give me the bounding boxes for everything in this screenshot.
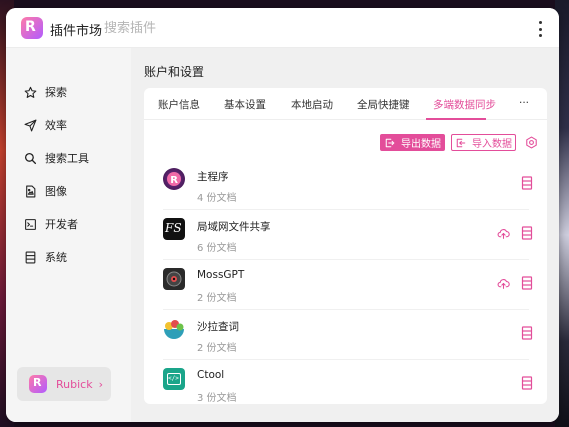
app-window: R 插件市场 探索 效率 搜索工具 — [6, 8, 559, 422]
plugin-row-lan-file-share: FS 局域网文件共享 6 份文档 — [163, 210, 533, 260]
tab-global-shortcuts[interactable]: 全局快捷键 — [357, 97, 410, 112]
tab-multi-device-sync[interactable]: 多端数据同步 — [433, 97, 496, 112]
tab-basic-settings[interactable]: 基本设置 — [224, 97, 266, 112]
plugin-name: MossGPT — [197, 269, 245, 281]
system-list-icon — [25, 251, 36, 263]
file-share-icon: FS — [163, 218, 185, 240]
terminal-icon — [25, 218, 36, 230]
more-vertical-icon[interactable] — [532, 18, 548, 40]
plugin-doc-count: 2 份文档 — [197, 293, 237, 304]
search-icon — [24, 152, 37, 164]
sidebar-item-label: 图像 — [45, 185, 67, 198]
rubick-logo-icon[interactable]: R — [21, 17, 43, 39]
export-data-button[interactable]: 导出数据 — [380, 134, 445, 151]
active-tab-indicator — [426, 118, 486, 120]
tab-more[interactable]: ··· — [519, 97, 529, 109]
settings-card: 账户信息 基本设置 本地启动 全局快捷键 多端数据同步 ··· 导出数据 导入数… — [144, 88, 547, 404]
gear-icon[interactable] — [525, 136, 538, 149]
salad-dict-icon — [163, 318, 185, 340]
plugin-name: 局域网文件共享 — [197, 221, 271, 233]
app-name: 插件市场 — [50, 24, 103, 39]
rubick-logo-icon: R — [29, 375, 47, 393]
sidebar: 探索 效率 搜索工具 图像 开发者 系统 R Rubick › — [6, 48, 131, 422]
rubick-label: Rubick — [56, 377, 93, 391]
sidebar-item-label: 搜索工具 — [45, 152, 89, 165]
plugin-row-mossgpt: MossGPT 2 份文档 — [163, 260, 533, 310]
sidebar-item-system[interactable]: 系统 — [24, 247, 67, 267]
import-data-button[interactable]: 导入数据 — [451, 134, 516, 151]
document-list-icon[interactable] — [521, 276, 533, 290]
document-list-icon[interactable] — [521, 376, 533, 390]
plugin-row-main-program: R 主程序 4 份文档 — [163, 160, 533, 210]
export-label: 导出数据 — [401, 139, 441, 150]
send-icon — [24, 119, 37, 131]
rubick-account-button[interactable]: R Rubick › — [17, 367, 111, 401]
plugin-row-salad-dict: 沙拉查词 2 份文档 — [163, 310, 533, 360]
document-list-icon[interactable] — [521, 226, 533, 240]
tab-account-info[interactable]: 账户信息 — [158, 97, 200, 112]
top-bar: R 插件市场 — [6, 8, 559, 48]
ctool-icon-text: </> — [168, 375, 179, 382]
cloud-upload-icon[interactable] — [497, 227, 510, 240]
image-file-icon — [26, 185, 36, 197]
plugin-doc-count: 6 份文档 — [197, 243, 237, 254]
logo-letter: R — [25, 19, 36, 35]
sidebar-item-label: 探索 — [45, 86, 67, 99]
main-content: 账户和设置 账户信息 基本设置 本地启动 全局快捷键 多端数据同步 ··· 导出… — [131, 48, 559, 422]
document-list-icon[interactable] — [521, 326, 533, 340]
plugin-doc-count: 2 份文档 — [197, 343, 237, 354]
rubick-logo-icon: R — [163, 168, 185, 190]
settings-tabs: 账户信息 基本设置 本地启动 全局快捷键 多端数据同步 ··· — [144, 88, 547, 120]
sidebar-item-label: 系统 — [45, 251, 67, 264]
tab-local-launch[interactable]: 本地启动 — [291, 97, 333, 112]
document-list-icon[interactable] — [521, 176, 533, 190]
sidebar-item-label: 开发者 — [45, 218, 78, 231]
plugin-doc-count: 3 份文档 — [197, 393, 237, 404]
ctool-icon: </> — [163, 368, 185, 390]
chevron-right-icon: › — [98, 377, 103, 391]
page-title: 账户和设置 — [144, 65, 205, 79]
import-label: 导入数据 — [472, 139, 512, 150]
file-share-icon-text: FS — [165, 221, 182, 235]
sidebar-item-developer[interactable]: 开发者 — [24, 214, 78, 234]
sidebar-item-search-tools[interactable]: 搜索工具 — [24, 148, 89, 168]
import-icon — [456, 138, 466, 147]
sidebar-item-efficiency[interactable]: 效率 — [24, 115, 67, 135]
sidebar-item-label: 效率 — [45, 119, 67, 132]
plugin-row-ctool: </> Ctool 3 份文档 — [163, 360, 533, 404]
plugin-doc-count: 4 份文档 — [197, 193, 237, 204]
plugin-name: 沙拉查词 — [197, 321, 239, 333]
cloud-upload-icon[interactable] — [497, 277, 510, 290]
plugin-name: 主程序 — [197, 171, 229, 183]
plugin-name: Ctool — [197, 369, 225, 381]
logo-letter: R — [33, 376, 42, 389]
sidebar-item-image[interactable]: 图像 — [24, 181, 67, 201]
sidebar-item-explore[interactable]: 探索 — [24, 82, 67, 102]
search-input[interactable] — [104, 18, 404, 38]
export-icon — [385, 138, 395, 147]
svg-text:R: R — [170, 175, 178, 186]
mossgpt-icon — [163, 268, 185, 290]
star-icon — [24, 86, 37, 98]
